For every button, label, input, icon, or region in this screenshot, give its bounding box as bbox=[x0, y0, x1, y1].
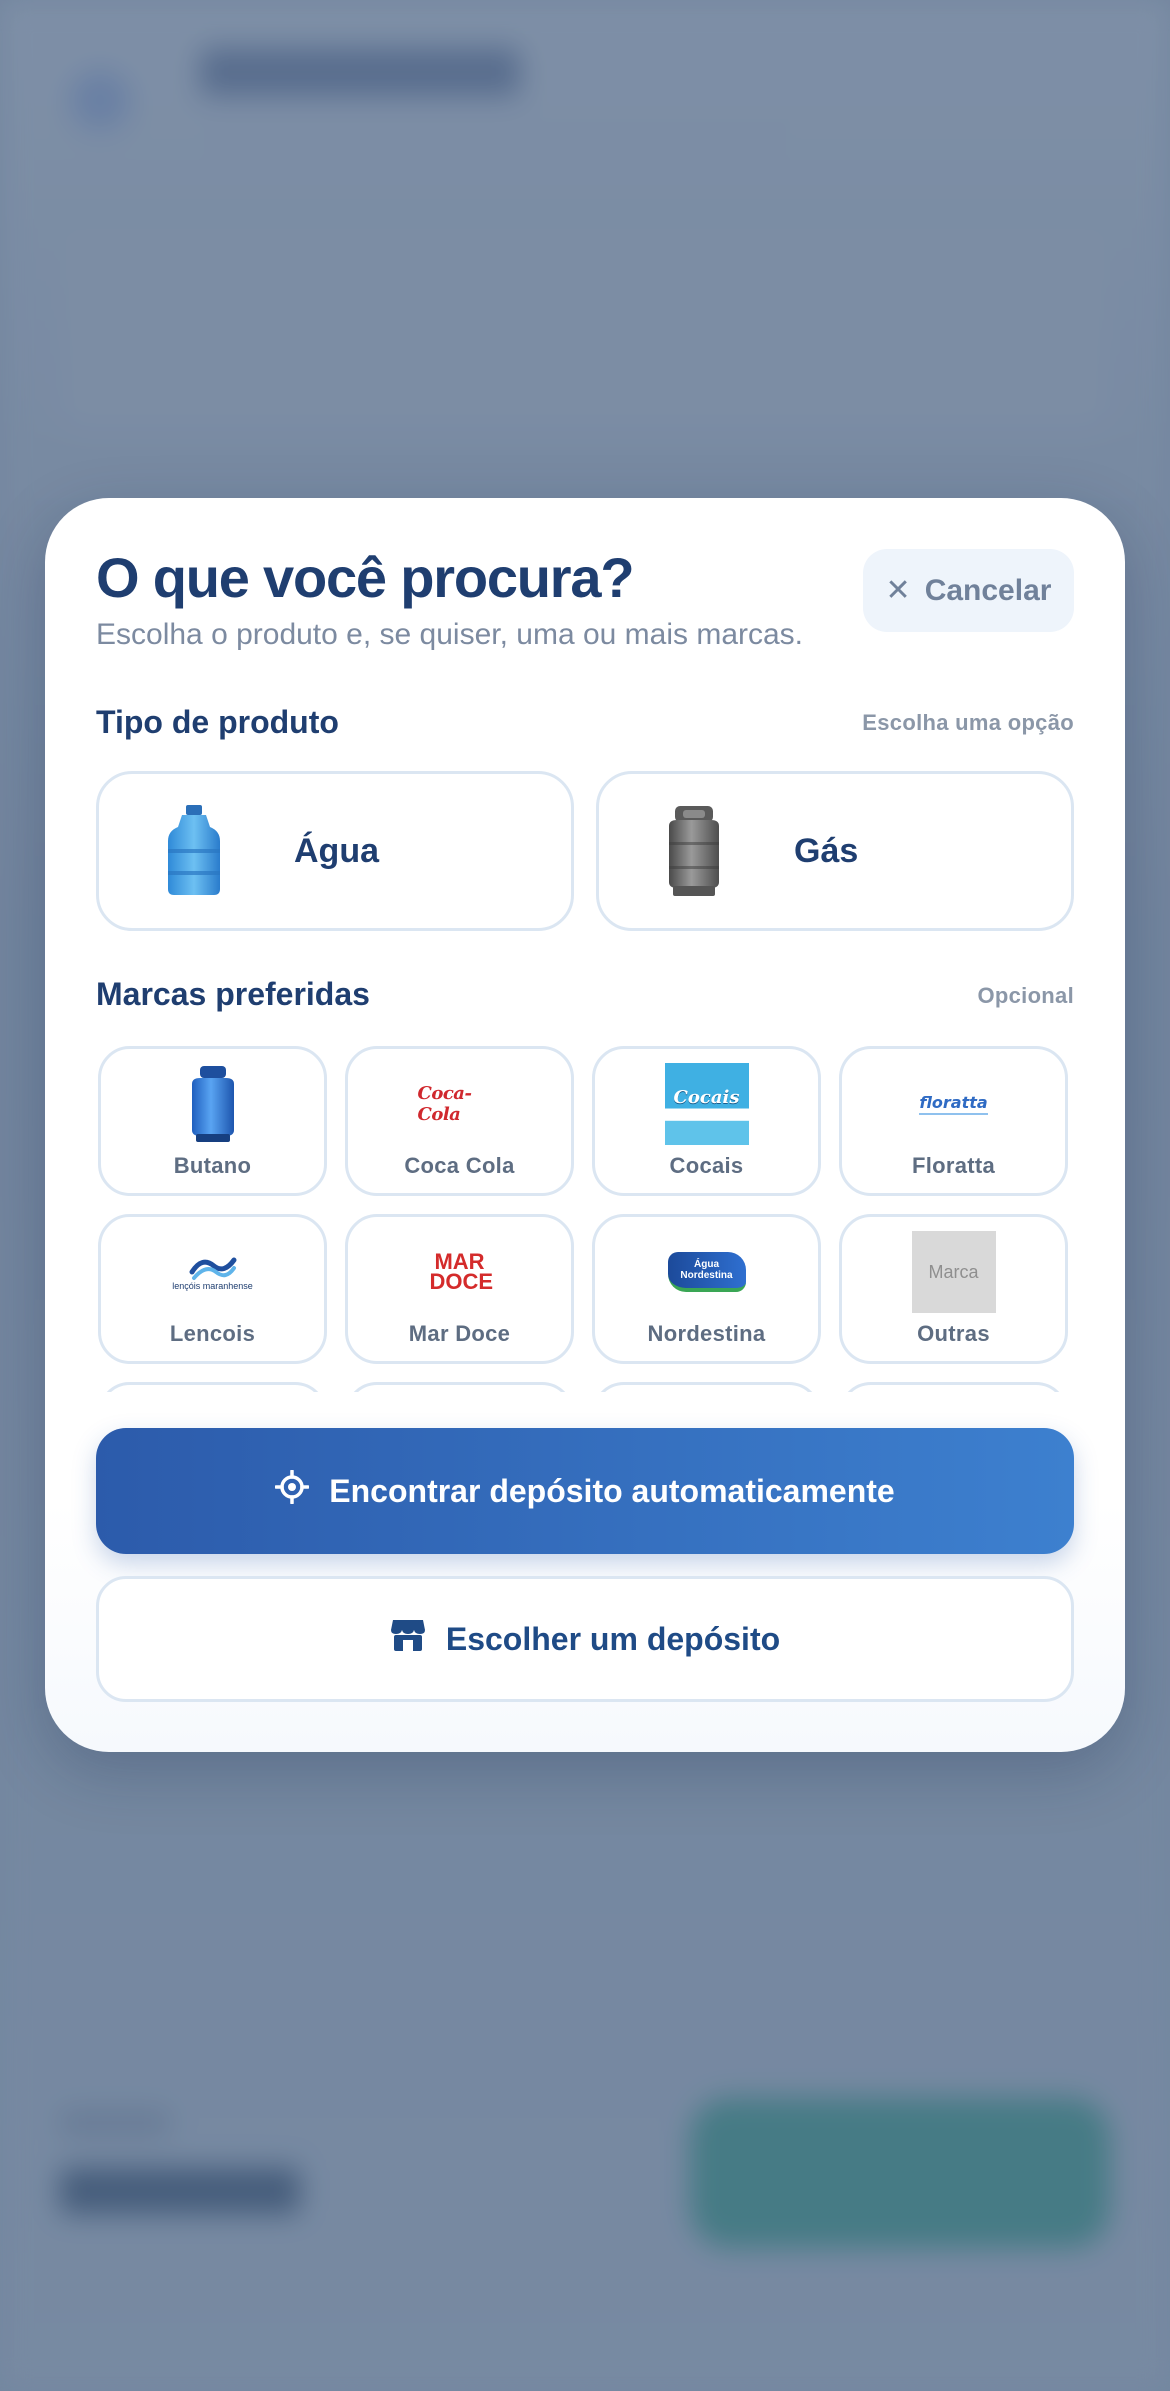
water-jug-icon bbox=[139, 796, 249, 906]
product-search-modal: O que você procura? Escolha o produto e,… bbox=[45, 498, 1125, 1752]
modal-subtitle: Escolha o produto e, se quiser, uma ou m… bbox=[96, 618, 804, 651]
coca-cola-logo: Coca-Cola bbox=[417, 1083, 472, 1125]
brand-name: Butano bbox=[173, 1153, 252, 1178]
brand-card-partial[interactable] bbox=[592, 1382, 821, 1392]
product-option-water-label: Água bbox=[294, 831, 379, 870]
brand-card-partial[interactable] bbox=[98, 1382, 327, 1392]
close-icon: ✕ bbox=[885, 573, 911, 607]
floratta-logo: floratta bbox=[912, 1063, 996, 1145]
gas-cylinder-icon bbox=[639, 796, 749, 906]
brand-name: Nordestina bbox=[647, 1321, 766, 1346]
butano-logo bbox=[171, 1063, 255, 1145]
brand-cocais[interactable]: Cocais Cocais bbox=[592, 1046, 821, 1196]
brand-card-partial[interactable] bbox=[345, 1382, 574, 1392]
brand-card-partial[interactable] bbox=[839, 1382, 1068, 1392]
brand-lencois[interactable]: lençóis maranhense Lencois bbox=[98, 1214, 327, 1364]
product-type-title: Tipo de produto bbox=[96, 704, 339, 740]
brands-hint: Opcional bbox=[977, 983, 1074, 1008]
store-icon bbox=[390, 1618, 426, 1660]
brand-name: Cocais bbox=[669, 1153, 744, 1178]
placeholder-logo: Marca bbox=[911, 1231, 996, 1313]
brand-mar-doce[interactable]: MAR DOCE Mar Doce bbox=[345, 1214, 574, 1364]
brand-name: Lencois bbox=[169, 1321, 256, 1346]
brand-name: Floratta bbox=[911, 1153, 996, 1178]
brand-grid[interactable]: Butano Coca-Cola Coca Cola Cocais Cocais… bbox=[98, 1046, 1078, 1392]
nordestina-logo: Água Nordestina bbox=[665, 1231, 749, 1313]
product-option-gas-label: Gás bbox=[794, 831, 859, 870]
brand-coca-cola[interactable]: Coca-Cola Coca Cola bbox=[345, 1046, 574, 1196]
brand-name: Coca Cola bbox=[404, 1153, 515, 1178]
brand-name: Outras bbox=[917, 1321, 990, 1346]
choose-depot-label: Escolher um depósito bbox=[445, 1620, 781, 1657]
cancel-label: Cancelar bbox=[924, 573, 1052, 607]
choose-depot-button[interactable]: Escolher um depósito bbox=[96, 1576, 1074, 1702]
brand-butano[interactable]: Butano bbox=[98, 1046, 327, 1196]
find-depot-automatically-button[interactable]: Encontrar depósito automaticamente bbox=[96, 1428, 1074, 1554]
modal-title: O que você procura? bbox=[96, 546, 635, 609]
brand-outras[interactable]: Marca Outras bbox=[839, 1214, 1068, 1364]
cocais-logo: Cocais bbox=[664, 1063, 749, 1145]
location-target-icon bbox=[274, 1469, 311, 1512]
brand-floratta[interactable]: floratta Floratta bbox=[839, 1046, 1068, 1196]
product-option-gas[interactable]: Gás bbox=[596, 771, 1074, 931]
brand-name: Mar Doce bbox=[408, 1321, 511, 1346]
product-option-water[interactable]: Água bbox=[96, 771, 574, 931]
brand-nordestina[interactable]: Água Nordestina Nordestina bbox=[592, 1214, 821, 1364]
find-depot-label: Encontrar depósito automaticamente bbox=[329, 1472, 895, 1509]
cancel-button[interactable]: ✕ Cancelar bbox=[863, 549, 1074, 632]
mar-doce-logo: MAR DOCE bbox=[429, 1249, 494, 1294]
product-type-hint: Escolha uma opção bbox=[862, 710, 1074, 735]
brands-title: Marcas preferidas bbox=[96, 976, 370, 1012]
lencois-logo: lençóis maranhense bbox=[171, 1231, 255, 1313]
